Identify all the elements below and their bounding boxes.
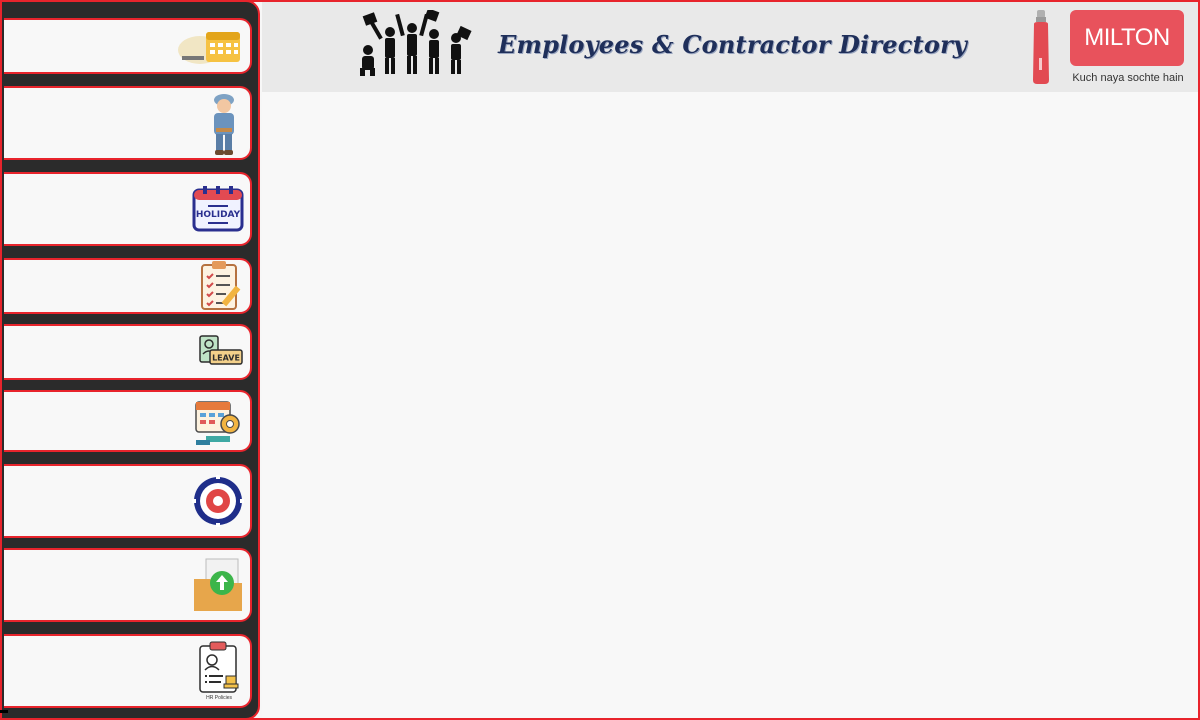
sidebar-item-leave[interactable]: LEAVE [4,324,252,380]
brand-tagline: Kuch naya sochte hain [1072,72,1184,84]
page-title: Employees & Contractor Directory [498,30,968,59]
celebrating-workers-icon [360,10,472,76]
calendar-icon [178,32,240,64]
header: Employees & Contractor Directory MILTON … [262,2,1198,92]
upload-folder-icon [194,558,242,611]
leave-icon: LEAVE [199,335,243,365]
svg-text:LEAVE: LEAVE [212,354,240,363]
svg-text:HOLIDAY: HOLIDAY [196,210,241,220]
corner-mark [0,710,8,713]
main-content [262,92,1198,718]
checklist-icon [201,261,241,310]
sidebar-item-holiday[interactable]: HOLIDAY [4,172,252,246]
sidebar: HOLIDAY LEAVE HR Policies [0,0,260,720]
sidebar-item-hr-policies[interactable]: HR Policies [4,634,252,708]
schedule-settings-icon [195,401,240,445]
sidebar-item-upload[interactable] [4,548,252,622]
sidebar-item-checklist[interactable] [4,258,252,314]
sidebar-item-calendar[interactable] [4,18,252,74]
holiday-calendar-icon: HOLIDAY [192,186,244,232]
worker-icon [214,94,234,155]
water-bottle-icon [1033,10,1049,84]
hr-policies-icon [199,641,239,693]
hr-policies-caption: HR Policies [206,695,232,701]
sidebar-item-schedule[interactable] [4,390,252,452]
brand-logo[interactable]: MILTON [1070,10,1184,66]
epfo-emblem-icon [192,475,244,527]
sidebar-item-worker[interactable] [4,86,252,160]
sidebar-item-epfo[interactable] [4,464,252,538]
